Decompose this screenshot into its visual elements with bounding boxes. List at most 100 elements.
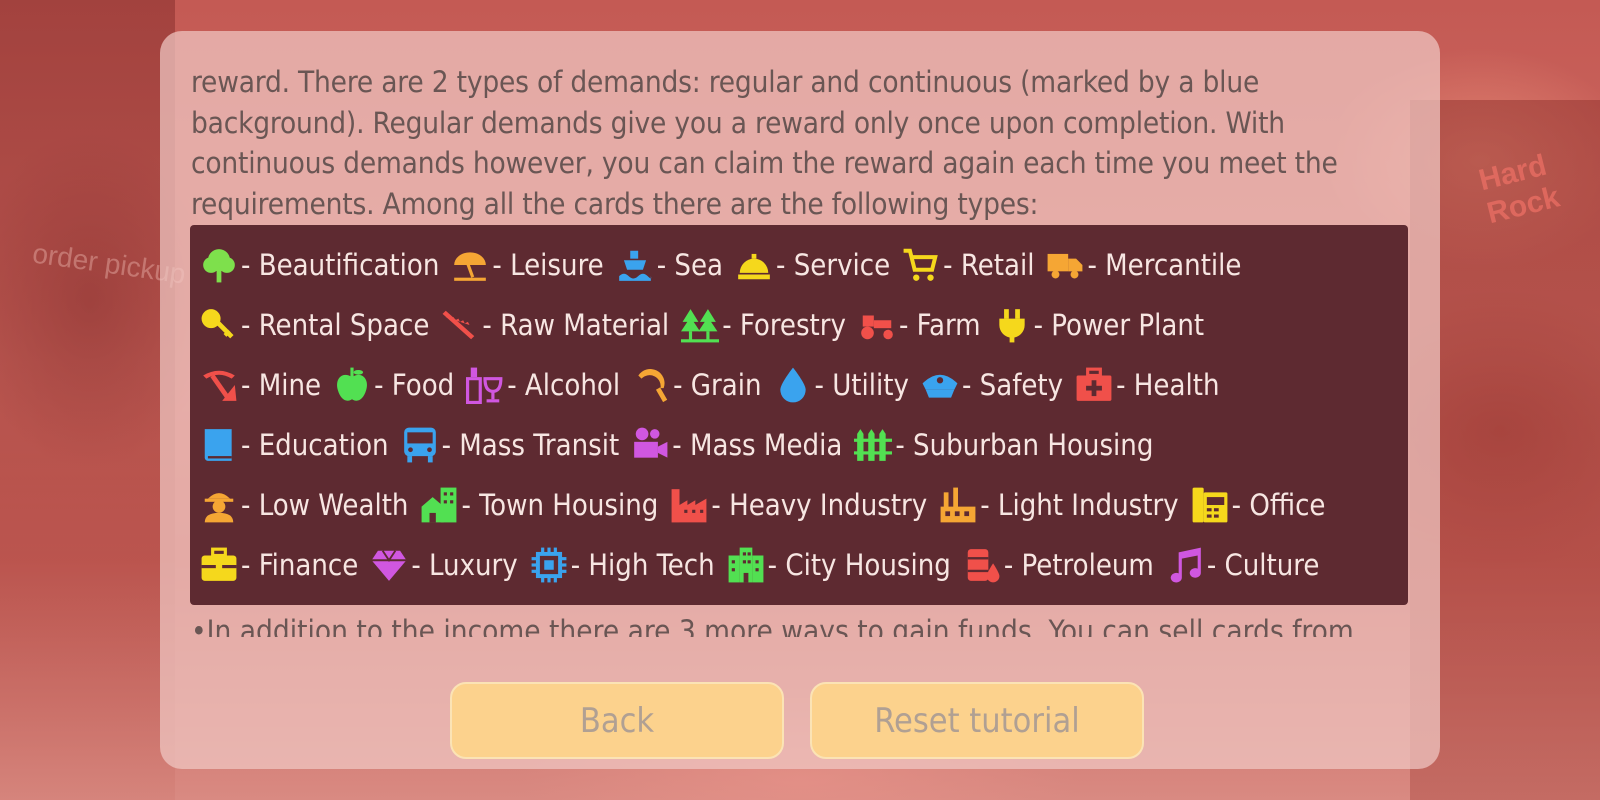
card-type-item: - Utility [774,366,909,404]
card-type-label: - Education [241,428,389,462]
card-type-label: - Forestry [722,308,846,342]
beach-umbrella-icon [451,246,489,284]
service-bell-icon [735,246,773,284]
card-type-label: - City Housing [767,548,951,582]
fax-icon [1191,486,1229,524]
reset-tutorial-button[interactable]: Reset tutorial [810,682,1144,759]
key-icon [200,306,238,344]
card-type-item: - Light Industry [939,486,1179,524]
worker-icon [200,486,238,524]
wine-glass-icon [466,366,504,404]
card-type-item: - Safety [921,366,1063,404]
saw-icon [441,306,479,344]
card-type-item: - Petroleum [963,546,1154,584]
card-type-label: - Raw Material [482,308,670,342]
card-type-label: - Heavy Industry [711,488,928,522]
card-type-label: - Food [374,368,455,402]
card-types-box: - Beautification - Leisure - Sea - Service -… [190,225,1408,605]
tree-icon [200,246,238,284]
card-type-label: - Alcohol [507,368,621,402]
city-buildings-icon [727,546,765,584]
card-type-item: - Mass Media [631,426,842,464]
card-type-label: - Service [776,248,891,282]
card-type-label: - Mercantile [1087,248,1242,282]
card-type-label: - Mass Transit [441,428,620,462]
card-type-label: - Light Industry [980,488,1179,522]
light-factory-icon [939,486,977,524]
card-type-item: - Rental Space [200,306,429,344]
card-type-item: - Raw Material [441,306,669,344]
card-type-item: - Luxury [370,546,518,584]
bus-icon [401,426,439,464]
card-type-label: - Suburban Housing [895,428,1154,462]
card-type-item: - Office [1191,486,1326,524]
truck-icon [1046,246,1084,284]
back-button[interactable]: Back [450,682,784,759]
card-type-label: - Petroleum [1003,548,1154,582]
card-type-label: - Office [1231,488,1326,522]
card-type-item: - Mass Transit [401,426,620,464]
card-type-label: - Luxury [411,548,518,582]
card-type-item: - Low Wealth [200,486,408,524]
card-type-row: - Rental Space - Raw Material - Forestry - … [200,295,1216,355]
card-type-row: - Low Wealth - Town Housing - Heavy Indust… [200,475,1338,535]
card-type-row: - Finance - Luxury - High Tech - City Housi… [200,535,1331,595]
card-type-label: - Culture [1206,548,1320,582]
card-type-item: - Retail [902,246,1034,284]
card-type-item: - Grain [632,366,762,404]
card-type-item: - Town Housing [420,486,658,524]
card-type-item: - Farm [858,306,981,344]
card-type-label: - Power Plant [1033,308,1205,342]
card-type-label: - Utility [814,368,909,402]
book-icon [200,426,238,464]
police-cap-icon [921,366,959,404]
apple-icon [333,366,371,404]
forest-icon [681,306,720,344]
video-camera-icon [631,426,669,464]
briefcase-icon [200,546,238,584]
background-building-left [0,0,175,800]
card-type-item: - Health [1075,366,1219,404]
ship-icon [616,246,654,284]
card-type-label: - High Tech [570,548,715,582]
card-type-item: - Leisure [451,246,604,284]
card-type-item: - Mercantile [1046,246,1241,284]
card-type-label: - Sea [656,248,724,282]
first-aid-kit-icon [1075,366,1113,404]
card-type-item: - Beautification [200,246,439,284]
card-type-item: - Sea [616,246,723,284]
card-type-item: - High Tech [530,546,715,584]
card-type-item: - Forestry [681,306,846,344]
card-type-label: - Mass Media [672,428,843,462]
heavy-factory-icon [670,486,708,524]
plug-icon [993,306,1031,344]
tractor-icon [858,306,896,344]
card-type-item: - Alcohol [466,366,620,404]
card-type-row: - Education - Mass Transit - Mass Media - S… [200,415,1165,475]
card-type-label: - Grain [673,368,762,402]
microchip-icon [530,546,568,584]
card-type-item: - Service [735,246,890,284]
card-type-label: - Low Wealth [241,488,409,522]
card-type-item: - Power Plant [993,306,1205,344]
card-type-item: - Heavy Industry [670,486,927,524]
shopping-cart-icon [902,246,940,284]
tutorial-panel: reward. There are 2 types of demands: re… [160,31,1440,769]
card-type-item: - Culture [1166,546,1320,584]
card-type-label: - Leisure [492,248,604,282]
tutorial-next-paragraph: •In addition to the income there are 3 m… [191,614,1354,637]
card-type-row: - Mine - Food - Alcohol - Grain - Utility - S… [200,355,1231,415]
fence-icon [854,426,893,464]
card-type-label: - Farm [898,308,981,342]
card-type-label: - Beautification [241,248,440,282]
tutorial-paragraph: reward. There are 2 types of demands: re… [191,65,1338,221]
card-type-label: - Mine [241,368,322,402]
card-type-label: - Finance [241,548,359,582]
card-type-item: - City Housing [727,546,951,584]
card-type-item: - Finance [200,546,358,584]
sickle-icon [632,366,670,404]
card-type-item: - Food [333,366,454,404]
card-type-label: - Town Housing [461,488,659,522]
town-house-icon [420,486,458,524]
card-type-label: - Health [1116,368,1220,402]
